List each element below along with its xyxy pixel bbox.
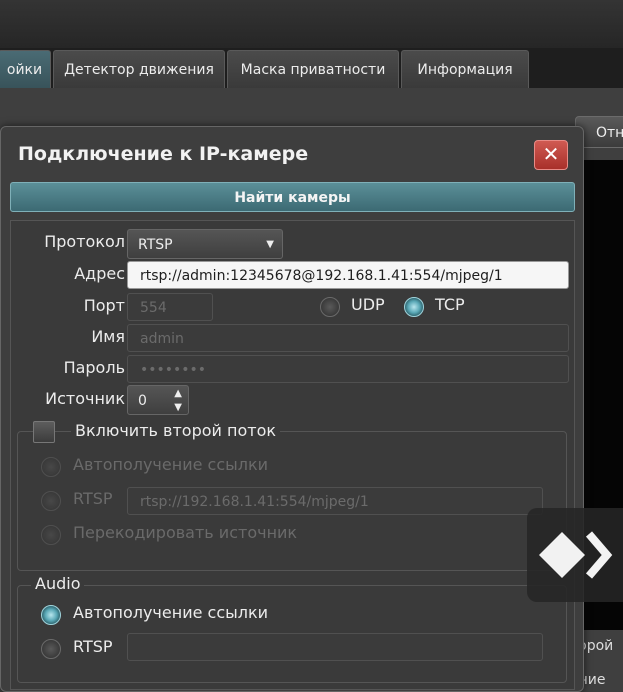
udp-label: UDP [351,295,385,314]
source-value: 0 [138,393,147,409]
dropdown-caret-icon: ▼ [266,239,274,250]
ip-camera-dialog: Подключение к IP-камере ✕ Найти камеры П… [0,126,584,692]
second-auto-radio[interactable] [41,457,61,477]
close-icon: ✕ [542,142,560,166]
next-arrow-icon [539,531,613,579]
port-label: Порт [83,296,125,315]
second-stream-checkbox[interactable] [33,421,55,443]
source-label: Источник [45,389,125,408]
tcp-label: TCP [435,295,465,314]
audio-auto-radio[interactable] [41,605,61,625]
dialog-title: Подключение к IP-камере [18,143,309,165]
spinner-arrows-icon: ▲ ▼ [174,388,182,413]
app-top-bar [0,0,623,48]
audio-rtsp-radio[interactable] [41,639,61,659]
tab-settings[interactable]: ойки [0,50,51,88]
address-input[interactable]: rtsp://admin:12345678@192.168.1.41:554/m… [127,261,569,289]
second-rtsp-label: RTSP [73,489,113,508]
transcode-label: Перекодировать источник [73,523,298,542]
connection-settings-panel: Протокол RTSP ▼ Адрес rtsp://admin:12345… [10,220,575,690]
password-label: Пароль [63,358,125,377]
protocol-select[interactable]: RTSP ▼ [127,229,283,259]
address-label: Адрес [74,264,125,283]
audio-auto-label: Автополучение ссылки [73,603,269,622]
second-stream-label: Включить второй поток [71,421,281,440]
transcode-radio[interactable] [41,525,61,545]
name-input[interactable]: admin [127,324,569,352]
port-input[interactable]: 554 [127,293,213,321]
find-cameras-button[interactable]: Найти камеры [10,182,575,212]
tab-motion-detector[interactable]: Детектор движения [53,50,225,88]
audio-rtsp-label: RTSP [73,637,113,656]
next-overlay-button[interactable] [527,508,623,602]
audio-group-label: Audio [31,574,85,593]
protocol-value: RTSP [138,237,173,253]
source-spinner[interactable]: 0 ▲ ▼ [127,385,189,415]
tab-privacy-mask[interactable]: Маска приватности [227,50,399,88]
password-input[interactable]: •••••••• [127,355,569,383]
second-auto-label: Автополучение ссылки [73,455,269,474]
tcp-radio[interactable] [404,297,424,317]
second-rtsp-input[interactable]: rtsp://192.168.1.41:554/mjpeg/1 [127,487,543,515]
protocol-label: Протокол [44,232,125,251]
tab-information[interactable]: Информация [401,50,529,88]
name-label: Имя [91,327,125,346]
second-rtsp-radio[interactable] [41,491,61,511]
udp-radio[interactable] [320,297,340,317]
close-button[interactable]: ✕ [534,140,568,170]
audio-rtsp-input[interactable] [127,633,543,661]
